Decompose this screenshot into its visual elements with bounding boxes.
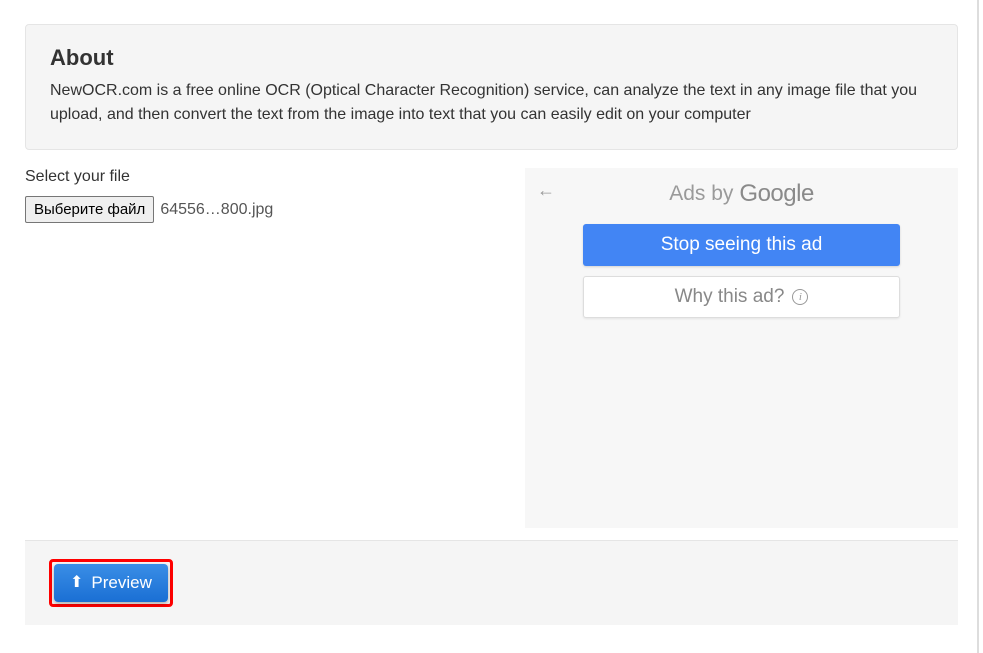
choose-file-button[interactable]: Выберите файл [25,196,154,223]
why-this-ad-label: Why this ad? [675,286,785,308]
ads-by-text: Ads by [669,182,733,206]
footer-bar: ⬆ Preview [25,540,958,625]
preview-button[interactable]: ⬆ Preview [54,564,168,602]
selected-file-name: 64556…800.jpg [160,201,273,219]
back-arrow-icon[interactable]: ← [537,180,555,201]
google-logo-text: Google [739,180,813,208]
file-select-section: Select your file Выберите файл 64556…800… [25,168,525,528]
about-panel: About NewOCR.com is a free online OCR (O… [25,24,958,150]
preview-label: Preview [91,573,151,593]
upload-icon: ⬆ [70,575,83,591]
ads-by-google-label: Ads by Google [545,180,938,208]
select-file-label: Select your file [25,168,525,186]
info-icon: i [792,289,808,305]
why-this-ad-button[interactable]: Why this ad? i [583,276,900,318]
ad-panel: ← Ads by Google Stop seeing this ad Why … [525,168,958,528]
about-title: About [50,45,933,71]
about-description: NewOCR.com is a free online OCR (Optical… [50,79,933,127]
right-divider [977,0,979,653]
preview-highlight-box: ⬆ Preview [49,559,173,607]
stop-seeing-ad-button[interactable]: Stop seeing this ad [583,224,900,266]
